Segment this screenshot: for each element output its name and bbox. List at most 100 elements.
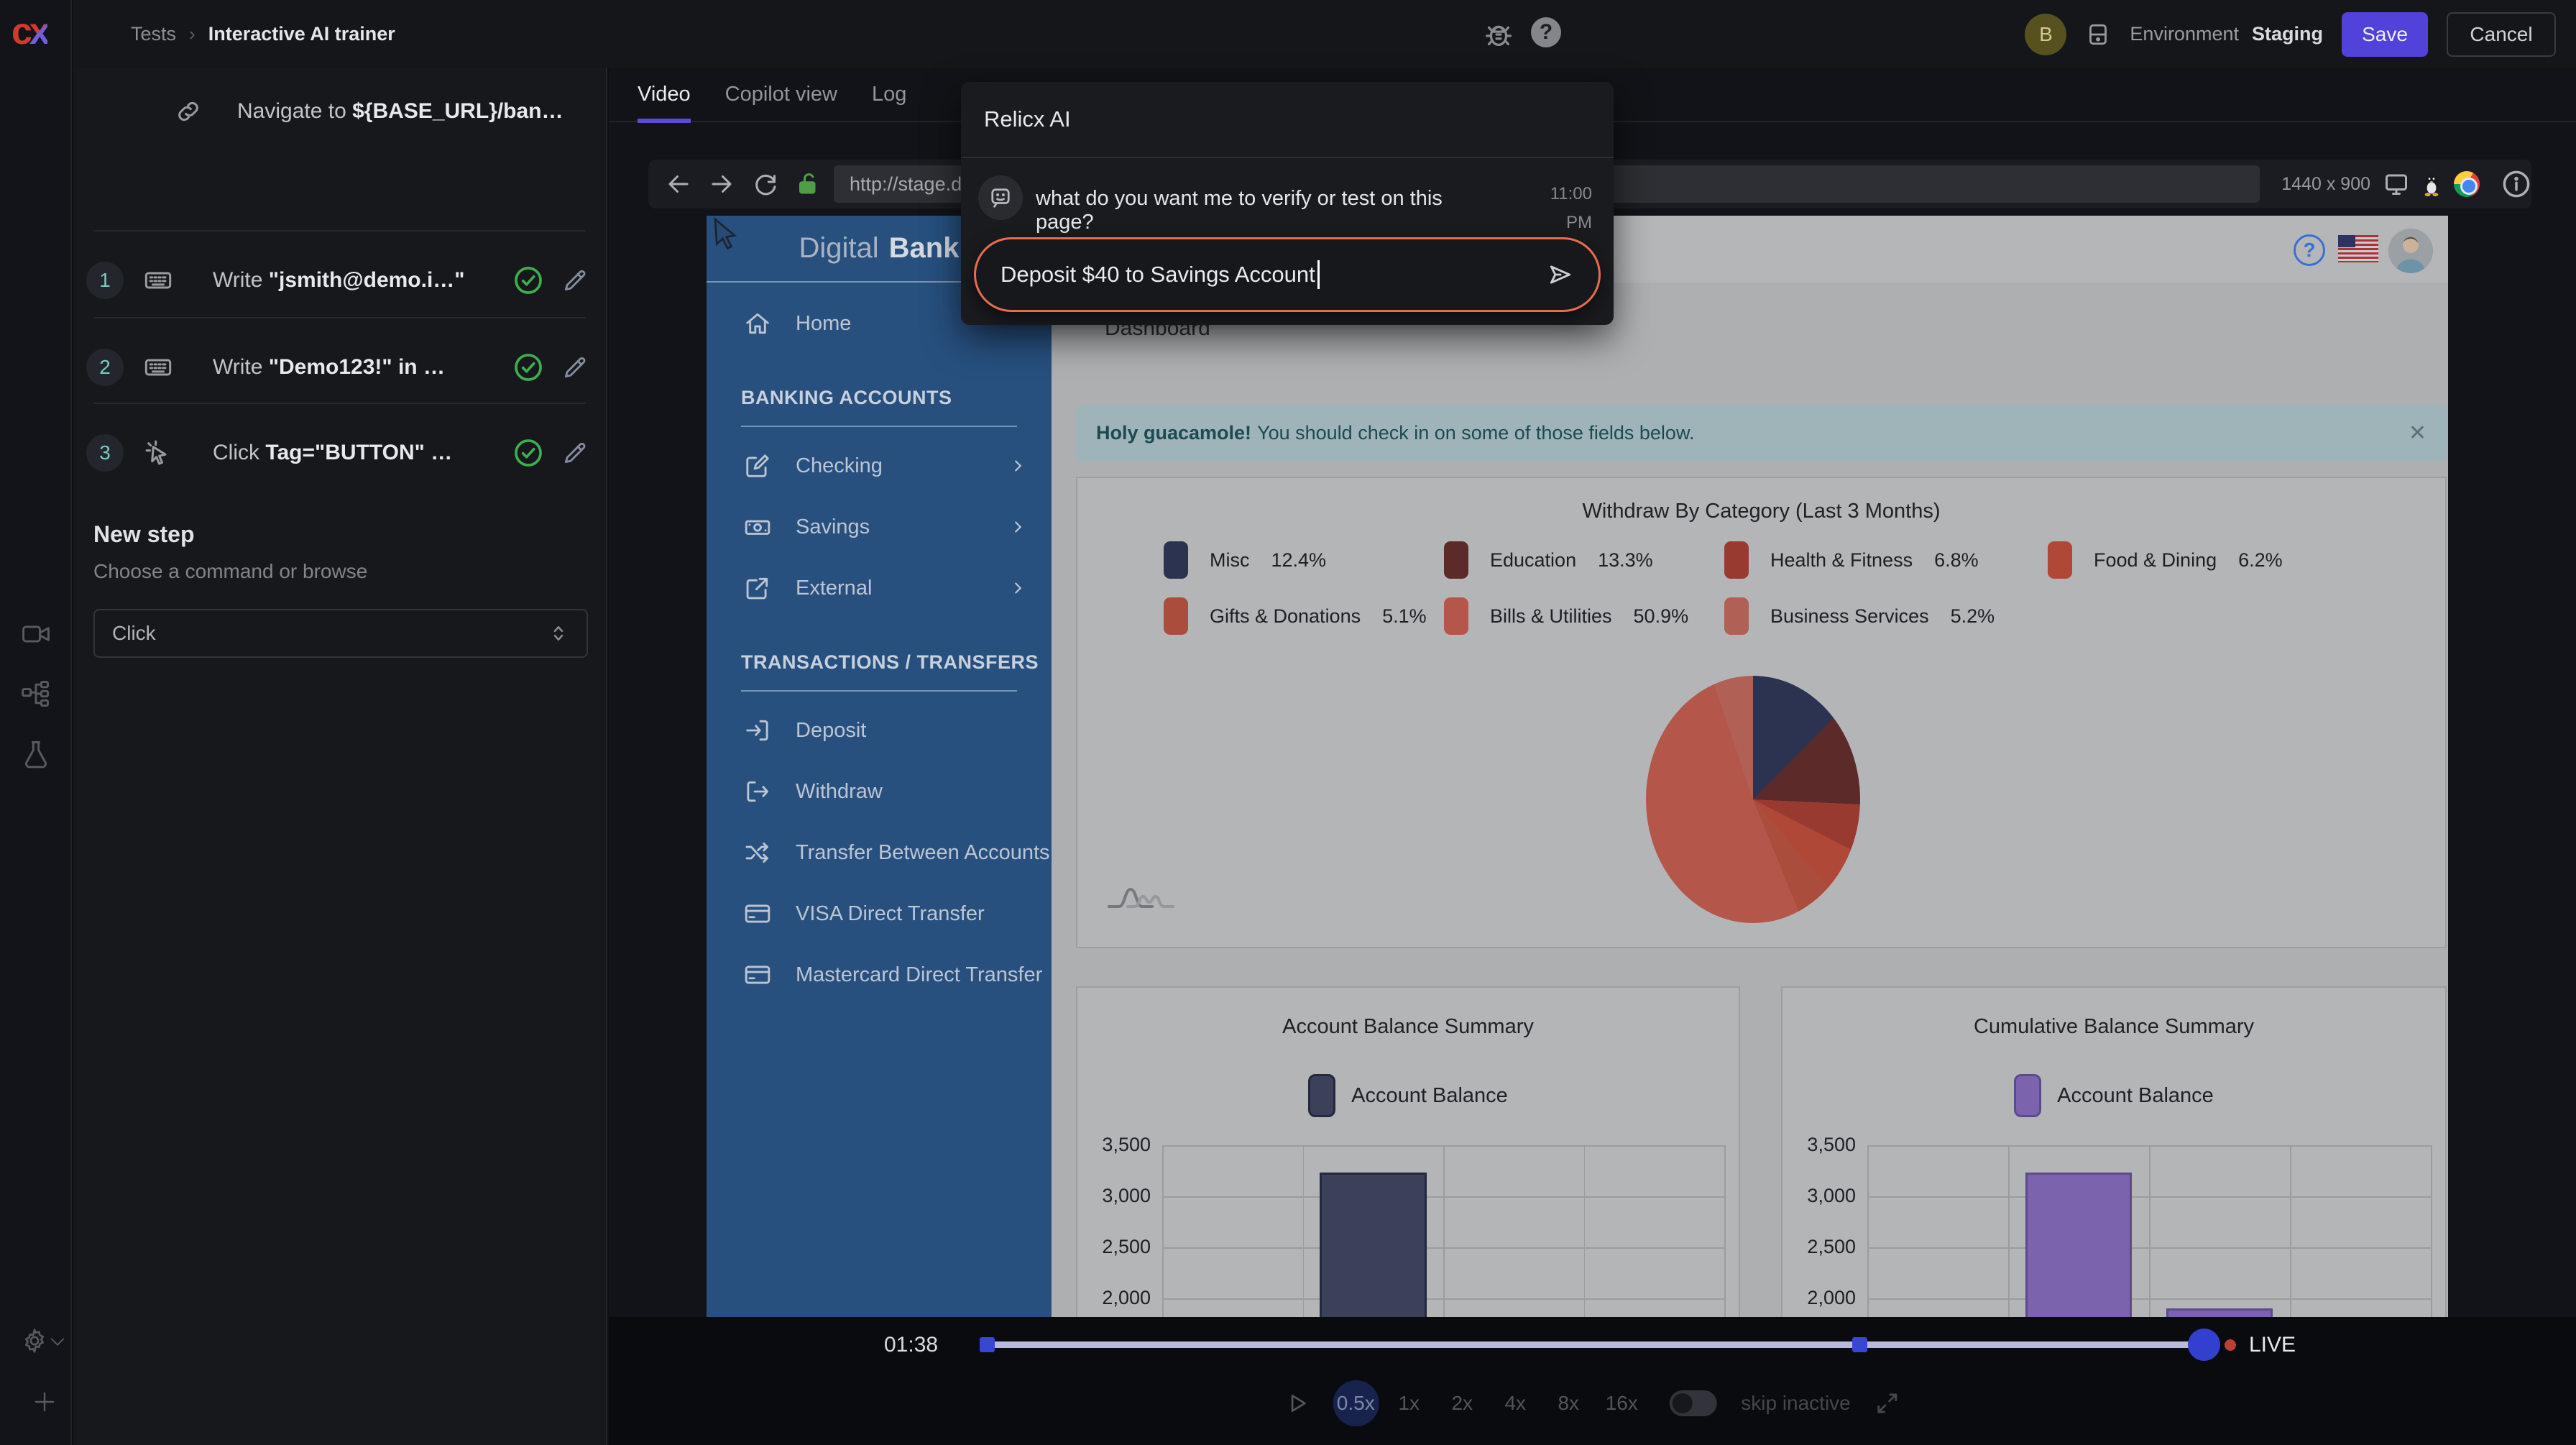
bar-3230 <box>2025 1173 2133 1317</box>
test-step-row[interactable]: 1Write "jsmith@demo.i…" <box>73 255 606 306</box>
legend-item[interactable]: Business Services5.2% <box>1724 597 2048 635</box>
y-axis-tick: 2,500 <box>1777 1236 1856 1258</box>
legend-label: Misc <box>1210 549 1250 572</box>
forward-icon[interactable] <box>709 171 735 197</box>
legend-value: 13.3% <box>1598 549 1653 572</box>
legend-item[interactable]: Education13.3% <box>1444 541 1724 579</box>
fullscreen-icon[interactable] <box>1875 1391 1900 1416</box>
bank-user-avatar[interactable] <box>2388 229 2433 273</box>
edit-pencil-icon[interactable] <box>561 354 589 381</box>
reload-icon[interactable] <box>752 171 778 197</box>
info-icon[interactable] <box>2501 169 2531 199</box>
video-camera-icon[interactable] <box>20 618 52 650</box>
legend-item[interactable]: Food & Dining6.2% <box>2048 541 2283 579</box>
pie-chart-title: Withdraw By Category (Last 3 Months) <box>1077 500 2445 523</box>
speed-16x[interactable]: 16x <box>1598 1380 1644 1426</box>
app-logo[interactable]: cx <box>12 10 47 53</box>
speed-0.5x[interactable]: 0.5x <box>1333 1380 1379 1426</box>
sidebar-item-deposit[interactable]: Deposit <box>707 710 1052 751</box>
navigate-step[interactable]: Navigate to ${BASE_URL}/ban… <box>73 90 606 133</box>
text-caret <box>1317 260 1320 289</box>
legend-swatch <box>2014 1074 2041 1117</box>
ai-prompt-input[interactable]: Deposit $40 to Savings Account <box>974 237 1601 312</box>
bar-chart-legend[interactable]: Account Balance <box>1077 1074 1739 1117</box>
sidebar-item-external[interactable]: External <box>707 568 1052 608</box>
bank-help-icon[interactable]: ? <box>2294 234 2325 266</box>
pie-chart <box>1646 676 1860 923</box>
credit-card-icon <box>744 900 771 927</box>
bank-sidebar: DigitalBank HomeBANKING ACCOUNTSChecking… <box>707 216 1052 1317</box>
topbar-right-cluster: B Environment Staging Save Cancel <box>2025 0 2556 68</box>
skip-inactive-toggle[interactable] <box>1669 1390 1716 1416</box>
alert-bold: Holy guacamole! <box>1096 422 1251 444</box>
flask-icon[interactable] <box>20 738 52 770</box>
new-step-title: New step <box>93 521 194 548</box>
pie-chart-card: Withdraw By Category (Last 3 Months) Mis… <box>1076 477 2447 948</box>
timeline-track[interactable] <box>983 1341 2212 1348</box>
edit-pencil-icon[interactable] <box>561 439 589 467</box>
speed-2x[interactable]: 2x <box>1439 1380 1485 1426</box>
divider <box>93 317 586 318</box>
timeline-marker[interactable] <box>1852 1337 1867 1352</box>
send-icon[interactable] <box>1547 261 1574 288</box>
play-icon[interactable] <box>1285 1392 1308 1415</box>
ai-message-text: what do you want me to verify or test on… <box>1036 187 1496 234</box>
ai-input-value: Deposit $40 to Savings Account <box>1000 262 1315 288</box>
external-link-icon <box>744 574 771 602</box>
sidebar-item-checking[interactable]: Checking <box>707 446 1052 486</box>
speed-8x[interactable]: 8x <box>1545 1380 1591 1426</box>
sidebar-item-withdraw[interactable]: Withdraw <box>707 771 1052 812</box>
bar-chart-legend[interactable]: Account Balance <box>1782 1074 2445 1117</box>
us-flag-icon[interactable] <box>2338 235 2378 262</box>
legend-label: Food & Dining <box>2094 549 2217 572</box>
viewport-size-label: 1440 x 900 <box>2281 174 2370 195</box>
playhead[interactable] <box>2188 1329 2220 1361</box>
divider <box>961 157 1614 158</box>
bug-icon[interactable] <box>1482 17 1515 50</box>
plus-icon[interactable] <box>32 1389 58 1415</box>
sidebar-item-label: Savings <box>796 515 870 539</box>
gear-icon[interactable] <box>20 1326 49 1355</box>
credit-card-icon <box>744 961 771 988</box>
tab-copilot-view[interactable]: Copilot view <box>725 68 837 121</box>
legend-item[interactable]: Health & Fitness6.8% <box>1724 541 2048 579</box>
back-icon[interactable] <box>666 171 691 197</box>
legend-value: 5.1% <box>1382 605 1427 628</box>
sidebar-item-visa-direct-transfer[interactable]: VISA Direct Transfer <box>707 894 1052 934</box>
save-button[interactable]: Save <box>2342 12 2428 57</box>
legend-swatch <box>1444 597 1468 635</box>
lock-open-icon <box>795 171 821 197</box>
legend-label: Health & Fitness <box>1770 549 1913 572</box>
sidebar-item-mastercard-direct-transfer[interactable]: Mastercard Direct Transfer <box>707 955 1052 995</box>
legend-item[interactable]: Misc12.4% <box>1164 541 1444 579</box>
sparkline-icon[interactable] <box>1108 881 1176 911</box>
chevron-down-icon[interactable] <box>47 1331 68 1352</box>
sidebar-item-label: Home <box>796 312 851 336</box>
sidebar-item-savings[interactable]: Savings <box>707 507 1052 547</box>
cancel-button[interactable]: Cancel <box>2447 12 2556 57</box>
tab-video[interactable]: Video <box>638 68 691 121</box>
command-select[interactable]: Click <box>93 609 588 658</box>
legend-item[interactable]: Bills & Utilities50.9% <box>1444 597 1724 635</box>
speed-4x[interactable]: 4x <box>1492 1380 1538 1426</box>
monitor-icon[interactable] <box>2383 171 2409 197</box>
breadcrumb-tests[interactable]: Tests <box>131 23 176 45</box>
test-step-row[interactable]: 2Write "Demo123!" in … <box>73 342 606 393</box>
y-axis-tick: 3,500 <box>1777 1134 1856 1156</box>
alert-close-icon[interactable]: ✕ <box>2409 421 2426 446</box>
timeline-marker[interactable] <box>980 1337 995 1352</box>
step-text: Write "Demo123!" in … <box>213 355 512 380</box>
tab-log[interactable]: Log <box>872 68 906 121</box>
check-circle-icon <box>512 437 544 469</box>
environment-value[interactable]: Staging <box>2252 23 2323 45</box>
help-icon[interactable]: ? <box>1531 17 1561 47</box>
test-step-row[interactable]: 3Click Tag="BUTTON" … <box>73 428 606 478</box>
command-select-value: Click <box>112 622 156 645</box>
speed-1x[interactable]: 1x <box>1386 1380 1432 1426</box>
edit-pencil-icon[interactable] <box>561 267 589 294</box>
check-circle-icon <box>512 265 544 296</box>
sidebar-item-transfer-between-accounts[interactable]: Transfer Between Accounts <box>707 832 1052 873</box>
user-avatar[interactable]: B <box>2025 14 2066 55</box>
legend-item[interactable]: Gifts & Donations5.1% <box>1164 597 1444 635</box>
flow-tree-icon[interactable] <box>20 678 52 710</box>
